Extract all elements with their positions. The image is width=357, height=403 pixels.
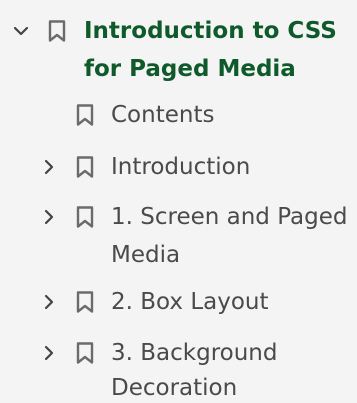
outline-item-label-line2[interactable]: Media — [111, 238, 180, 272]
outline-item-title-line2[interactable]: for Paged Media — [84, 52, 296, 86]
chevron-right-icon[interactable] — [40, 293, 58, 311]
bookmark-icon — [76, 291, 94, 313]
outline-item-title[interactable]: Introduction to CSS — [84, 14, 337, 48]
bookmark-icon — [48, 20, 66, 42]
outline-item-introduction[interactable]: Introduction — [0, 150, 357, 184]
chevron-right-icon[interactable] — [40, 158, 58, 176]
outline-item-label[interactable]: Introduction — [111, 150, 250, 184]
outline-item-screen-and-paged-media[interactable]: 1. Screen and Paged Media — [0, 200, 357, 272]
outline-item-box-layout[interactable]: 2. Box Layout — [0, 285, 357, 319]
outline-item-contents[interactable]: Contents — [0, 98, 357, 132]
outline-item-label[interactable]: 2. Box Layout — [111, 285, 269, 319]
bookmark-icon — [76, 156, 94, 178]
chevron-down-icon[interactable] — [12, 22, 30, 40]
outline-item-label[interactable]: 1. Screen and Paged — [111, 200, 348, 234]
outline-panel: Introduction to CSS for Paged Media Cont… — [0, 0, 357, 403]
bookmark-icon — [76, 342, 94, 364]
outline-item-background-decoration[interactable]: 3. Background Decoration — [0, 336, 357, 403]
chevron-right-icon[interactable] — [40, 344, 58, 362]
outline-item-label-line2[interactable]: Decoration — [111, 371, 237, 403]
bookmark-icon — [76, 104, 94, 126]
outline-item-label[interactable]: Contents — [111, 98, 214, 132]
outline-item-label[interactable]: 3. Background — [111, 336, 277, 370]
chevron-right-icon[interactable] — [40, 208, 58, 226]
outline-item-root[interactable]: Introduction to CSS for Paged Media — [0, 14, 357, 84]
bookmark-icon — [76, 206, 94, 228]
